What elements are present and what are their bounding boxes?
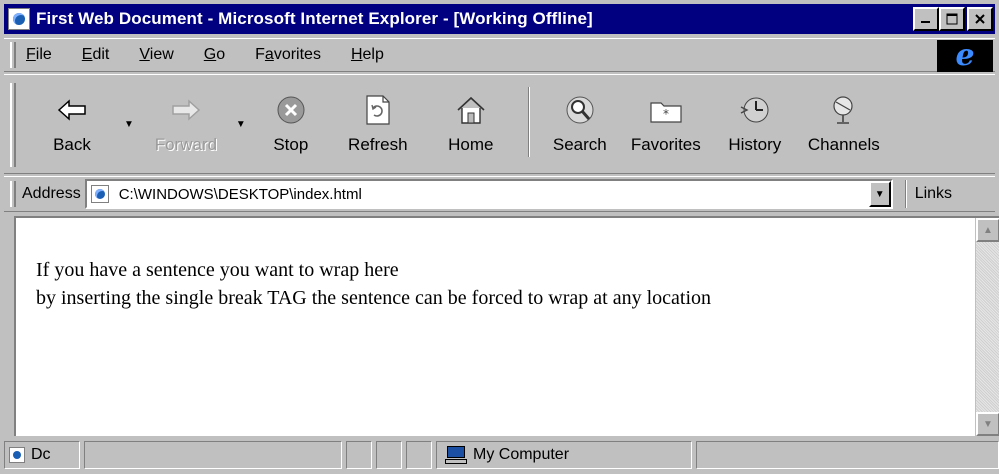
menu-view-label: View [139,46,174,63]
address-input[interactable]: C:\WINDOWS\DESKTOP\index.html ▼ [84,179,893,209]
status-main-pane: Dc [4,441,80,469]
forward-dropdown-arrow[interactable]: ▼ [236,119,246,130]
scroll-up-arrow-icon: ▲ [983,224,993,236]
channels-icon [826,93,862,127]
favorites-button[interactable]: * Favorites [618,75,714,167]
address-label: Address [22,185,81,202]
my-computer-icon [445,446,467,464]
status-zone-pane: My Computer [436,441,692,469]
maximize-button[interactable] [939,7,965,31]
menu-edit-label: Edit [81,46,110,63]
channels-label: Channels [807,135,880,154]
chevron-down-icon: ▼ [874,188,885,200]
status-pane-small-3 [406,441,432,469]
refresh-label: Refresh [348,135,408,154]
back-button[interactable]: Back [24,75,120,167]
menu-grip[interactable] [10,42,16,68]
status-zone-text: My Computer [473,446,570,463]
menu-edit[interactable]: Edit [80,44,112,66]
address-value[interactable]: C:\WINDOWS\DESKTOP\index.html [119,186,362,203]
home-button[interactable]: Home [426,75,516,167]
stop-button[interactable]: Stop [252,75,330,167]
svg-text:*: * [663,107,669,121]
menu-view[interactable]: View [137,44,175,66]
status-pane-small-2 [376,441,402,469]
scroll-down-arrow-icon: ▼ [983,418,993,430]
refresh-icon [360,93,396,127]
history-label: History [728,135,782,154]
menu-favorites[interactable]: Favorites [253,44,323,66]
favorites-folder-icon: * [648,93,684,127]
back-dropdown-arrow[interactable]: ▼ [124,119,134,130]
vertical-scrollbar[interactable]: ▲ ▼ [975,218,999,436]
forward-arrow-icon [168,93,204,127]
close-button[interactable] [967,7,993,31]
window-title: First Web Document - Microsoft Internet … [36,9,593,28]
history-icon [737,93,773,127]
links-separator [904,180,907,208]
minimize-icon [921,21,930,23]
stop-label: Stop [273,135,309,154]
menu-help-label: Help [350,46,384,63]
address-bar: Address C:\WINDOWS\DESKTOP\index.html ▼ … [4,176,995,212]
document-line-1: If you have a sentence you want to wrap … [36,259,399,281]
ie-throbber-logo: e [937,40,993,72]
title-bar[interactable]: First Web Document - Microsoft Internet … [4,4,995,34]
menu-file-label: File [26,46,52,63]
search-button[interactable]: Search [542,75,618,167]
stop-icon [273,93,309,127]
status-progress-pane [84,441,342,469]
menu-favorites-label: Favorites [255,46,321,63]
page-icon [90,185,109,203]
status-bar: Dc My Computer [4,438,999,472]
address-grip[interactable] [10,181,16,207]
links-button[interactable]: Links [915,185,952,203]
window-controls [913,7,993,31]
scroll-up-button[interactable]: ▲ [976,218,999,242]
menu-go[interactable]: Go [202,44,227,66]
status-pane-rest [696,441,999,469]
home-icon [453,93,489,127]
close-icon [975,14,985,24]
toolbar-grip[interactable] [10,83,16,167]
menu-bar: File Edit View Go Favorites Help e [4,38,995,72]
status-pane-small-1 [346,441,372,469]
document-line-2: by inserting the single break TAG the se… [36,287,712,309]
address-dropdown-button[interactable]: ▼ [868,181,891,207]
forward-button[interactable]: Forward [140,75,232,167]
back-label: Back [53,135,91,154]
scroll-down-button[interactable]: ▼ [976,412,999,436]
minimize-button[interactable] [913,7,939,31]
refresh-button[interactable]: Refresh [330,75,426,167]
forward-label: Forward [154,135,218,154]
history-button[interactable]: History [714,75,796,167]
ie-logo-icon: e [955,38,975,73]
menu-go-label: Go [203,46,226,63]
menu-file[interactable]: File [24,44,54,66]
ie-document-icon[interactable] [8,8,30,30]
favorites-label: Favorites [630,135,701,154]
channels-button[interactable]: Channels [796,75,892,167]
toolbar-separator [527,87,530,157]
document-body: If you have a sentence you want to wrap … [36,256,711,312]
home-label: Home [448,135,494,154]
status-page-icon [9,447,25,463]
browser-window: First Web Document - Microsoft Internet … [0,0,999,474]
menu-help[interactable]: Help [349,44,386,66]
maximize-icon [946,13,958,25]
search-label: Search [552,135,607,154]
back-arrow-icon [54,93,90,127]
standard-toolbar: Back ▼ Forward ▼ Stop Refresh Home Searc… [4,74,995,174]
page-content[interactable]: If you have a sentence you want to wrap … [14,216,999,436]
status-text: Dc [31,446,51,463]
search-icon [562,93,598,127]
